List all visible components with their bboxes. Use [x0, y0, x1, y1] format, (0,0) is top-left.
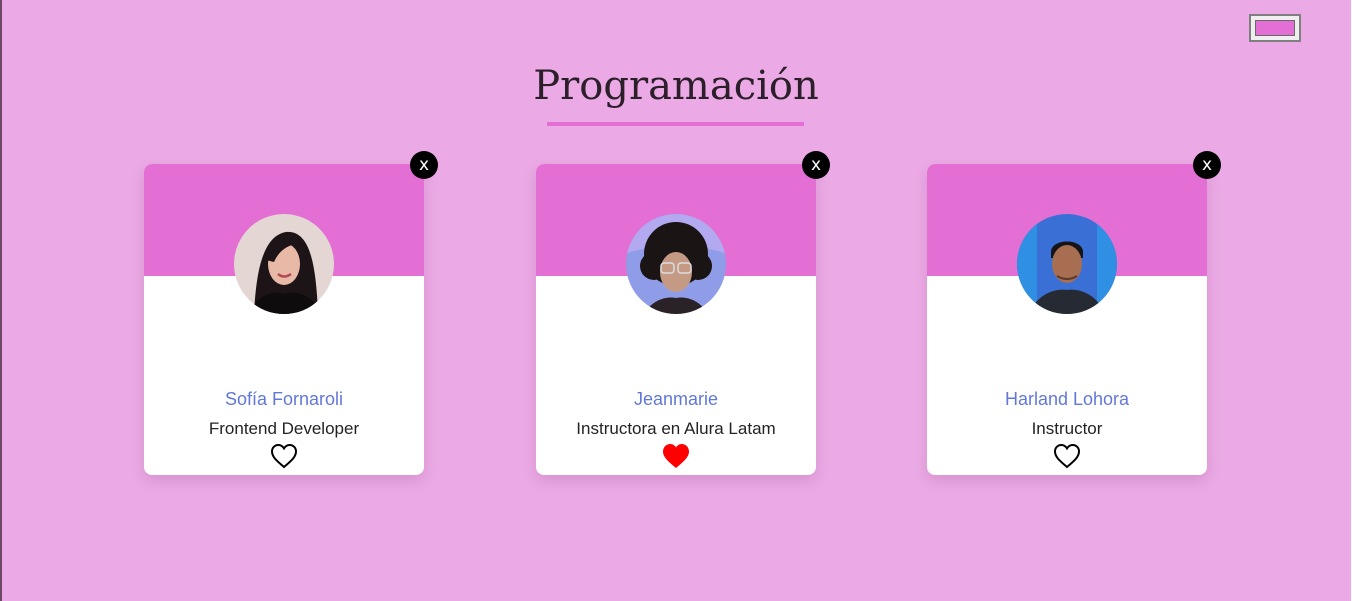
member-name: Sofía Fornaroli [224, 389, 344, 409]
member-card: Harland Lohora Instructor x [927, 151, 1221, 475]
delete-member-button[interactable]: x [1193, 151, 1221, 179]
delete-member-button[interactable]: x [410, 151, 438, 179]
member-card: Sofía Fornaroli Frontend Developer x [144, 151, 438, 475]
heart-filled-icon[interactable] [661, 442, 691, 470]
heart-outline-icon[interactable] [1052, 442, 1082, 470]
member-name: Jeanmarie [633, 389, 719, 409]
member-card: Jeanmarie Instructora en Alura Latam x [536, 151, 830, 475]
member-name: Harland Lohora [1004, 389, 1130, 409]
member-role: Frontend Developer [208, 419, 360, 438]
woman-curly-hair-portrait-icon [626, 214, 726, 314]
color-swatch [1255, 20, 1295, 36]
team-color-picker[interactable] [1249, 14, 1301, 42]
member-role: Instructora en Alura Latam [576, 419, 776, 438]
title-underline [547, 122, 804, 126]
avatar [626, 214, 726, 314]
heart-outline-icon[interactable] [269, 442, 299, 470]
member-role: Instructor [1031, 419, 1103, 438]
avatar [1017, 214, 1117, 314]
avatar [234, 214, 334, 314]
team-title: Programación [533, 63, 819, 109]
delete-member-button[interactable]: x [802, 151, 830, 179]
woman-portrait-icon [234, 214, 334, 314]
man-portrait-icon [1017, 214, 1117, 314]
